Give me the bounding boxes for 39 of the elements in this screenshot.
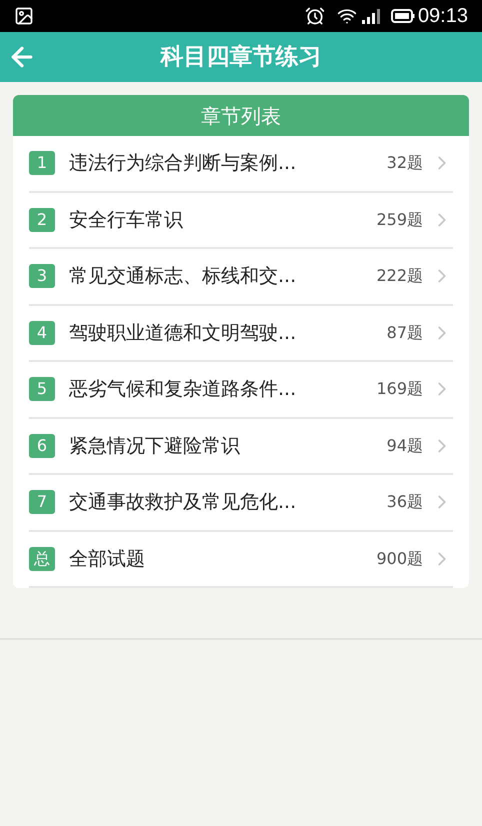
chapter-title: 恶劣气候和复杂道路条件... <box>69 377 298 402</box>
chapter-row[interactable]: 4 驾驶职业道德和文明驾驶... 87题 <box>29 306 453 362</box>
image-icon <box>14 6 34 26</box>
question-count: 94题 <box>386 434 423 457</box>
chapter-title: 违法行为综合判断与案例... <box>69 151 298 176</box>
chapter-badge: 3 <box>29 264 55 288</box>
chapter-title: 驾驶职业道德和文明驾驶... <box>69 320 298 346</box>
chapter-row[interactable]: 总 全部试题 900题 <box>29 532 453 588</box>
question-count: 222题 <box>376 265 423 288</box>
chapter-row[interactable]: 6 紧急情况下避险常识 94题 <box>29 418 453 475</box>
chapter-badge: 7 <box>29 490 55 514</box>
chapter-row[interactable]: 2 安全行车常识 259题 <box>29 192 453 249</box>
chapter-title: 安全行车常识 <box>69 208 184 232</box>
question-count: 900题 <box>376 548 423 570</box>
question-count: 169题 <box>376 378 423 400</box>
card-title: 章节列表 <box>201 102 281 130</box>
question-count: 36题 <box>386 491 423 514</box>
chapter-row[interactable]: 5 恶劣气候和复杂道路条件... 169题 <box>29 362 453 418</box>
question-count: 87题 <box>386 322 423 344</box>
chapter-badge: 4 <box>29 320 55 345</box>
question-count: 259题 <box>376 208 423 231</box>
chapter-row[interactable]: 7 交通事故救护及常见危化... 36题 <box>29 475 453 532</box>
chapter-title: 交通事故救护及常见危化... <box>69 490 298 515</box>
status-time: 09:13 <box>418 4 468 29</box>
chapter-badge: 2 <box>29 208 55 232</box>
battery-icon <box>390 9 415 23</box>
chapter-title: 紧急情况下避险常识 <box>69 434 241 458</box>
page-title: 科目四章节练习 <box>160 42 322 72</box>
chapter-badge: 1 <box>29 151 55 176</box>
signal-icon <box>360 8 381 24</box>
chapter-badge: 总 <box>29 546 55 571</box>
chapter-badge: 6 <box>29 434 55 458</box>
alarm-icon <box>304 6 325 26</box>
chapter-badge: 5 <box>29 377 55 402</box>
chapter-row[interactable]: 3 常见交通标志、标线和交... 222题 <box>29 249 453 306</box>
chapter-title: 全部试题 <box>69 546 146 572</box>
chapter-title: 常见交通标志、标线和交... <box>69 264 298 289</box>
question-count: 32题 <box>386 152 423 174</box>
chapter-row[interactable]: 1 违法行为综合判断与案例... 32题 <box>29 136 453 192</box>
